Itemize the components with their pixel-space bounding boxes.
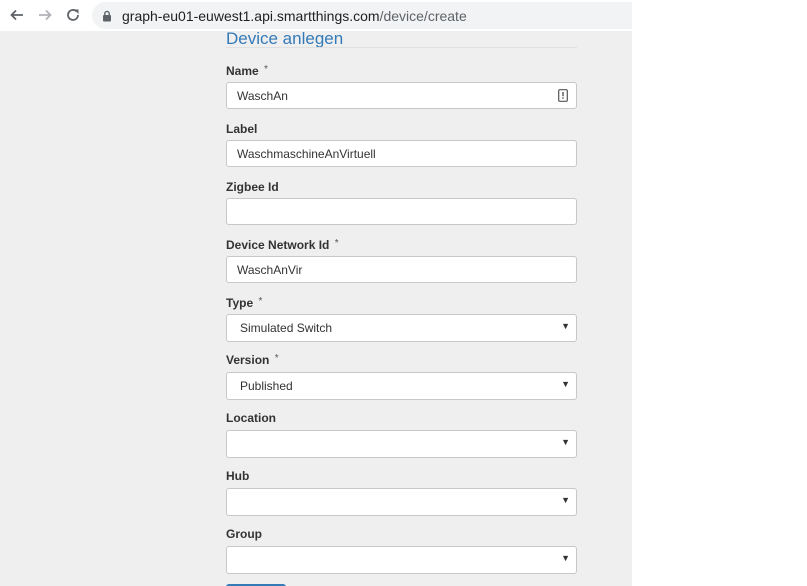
url-host: graph-eu01-euwest1.api.smartthings.com	[122, 8, 380, 24]
group-label: Group	[226, 527, 262, 541]
lock-icon	[103, 10, 111, 22]
required-mark: *	[264, 64, 268, 75]
type-label: Type *	[226, 296, 262, 310]
browser-toolbar: graph-eu01-euwest1.api.smartthings.com/d…	[0, 0, 637, 32]
page-content: Device anlegen Name * WaschAn Label Wasc…	[0, 31, 632, 586]
label-field[interactable]: WaschmaschineAnVirtuell	[226, 140, 577, 167]
forward-button[interactable]	[35, 5, 55, 25]
version-select[interactable]: Published ▼	[226, 372, 577, 400]
chevron-down-icon: ▼	[561, 379, 570, 389]
arrow-left-icon	[10, 9, 23, 21]
chevron-down-icon: ▼	[561, 321, 570, 331]
network-id-label: Device Network Id *	[226, 238, 339, 252]
hub-label: Hub	[226, 469, 250, 483]
group-select[interactable]: ▼	[226, 546, 577, 574]
location-label: Location	[226, 411, 276, 425]
right-blank-area	[632, 0, 807, 586]
type-value: Simulated Switch	[240, 321, 333, 335]
version-label: Version *	[226, 353, 279, 367]
type-label-text: Type	[226, 296, 254, 310]
zigbee-id-label: Zigbee Id	[226, 180, 279, 194]
location-select[interactable]: ▼	[226, 430, 577, 458]
label-value: WaschmaschineAnVirtuell	[237, 147, 376, 161]
url-path: /device/create	[379, 8, 467, 24]
required-mark: *	[334, 238, 339, 249]
name-label: Name *	[226, 64, 268, 78]
type-select[interactable]: Simulated Switch ▼	[226, 314, 577, 342]
address-bar[interactable]: graph-eu01-euwest1.api.smartthings.com/d…	[92, 2, 637, 29]
version-value: Published	[240, 379, 293, 393]
chevron-down-icon: ▼	[561, 437, 570, 447]
back-button[interactable]	[7, 5, 27, 25]
name-field[interactable]: WaschAn	[226, 82, 577, 109]
reload-button[interactable]	[63, 5, 83, 25]
zigbee-id-field[interactable]	[226, 198, 577, 225]
arrow-right-icon	[39, 9, 52, 21]
url-text: graph-eu01-euwest1.api.smartthings.com/d…	[122, 8, 467, 24]
network-id-field[interactable]: WaschAnVir	[226, 256, 577, 283]
version-label-text: Version	[226, 353, 270, 367]
chevron-down-icon: ▼	[561, 553, 570, 563]
network-id-label-text: Device Network Id	[226, 238, 330, 252]
reload-icon	[67, 9, 79, 21]
autofill-key-icon[interactable]	[558, 89, 568, 102]
network-id-value: WaschAnVir	[237, 263, 303, 277]
required-mark: *	[258, 296, 263, 307]
name-value: WaschAn	[237, 89, 288, 103]
title-divider	[226, 47, 577, 48]
required-mark: *	[274, 353, 279, 364]
label-label: Label	[226, 122, 258, 136]
name-label-text: Name	[226, 64, 259, 78]
chevron-down-icon: ▼	[561, 495, 570, 505]
hub-select[interactable]: ▼	[226, 488, 577, 516]
